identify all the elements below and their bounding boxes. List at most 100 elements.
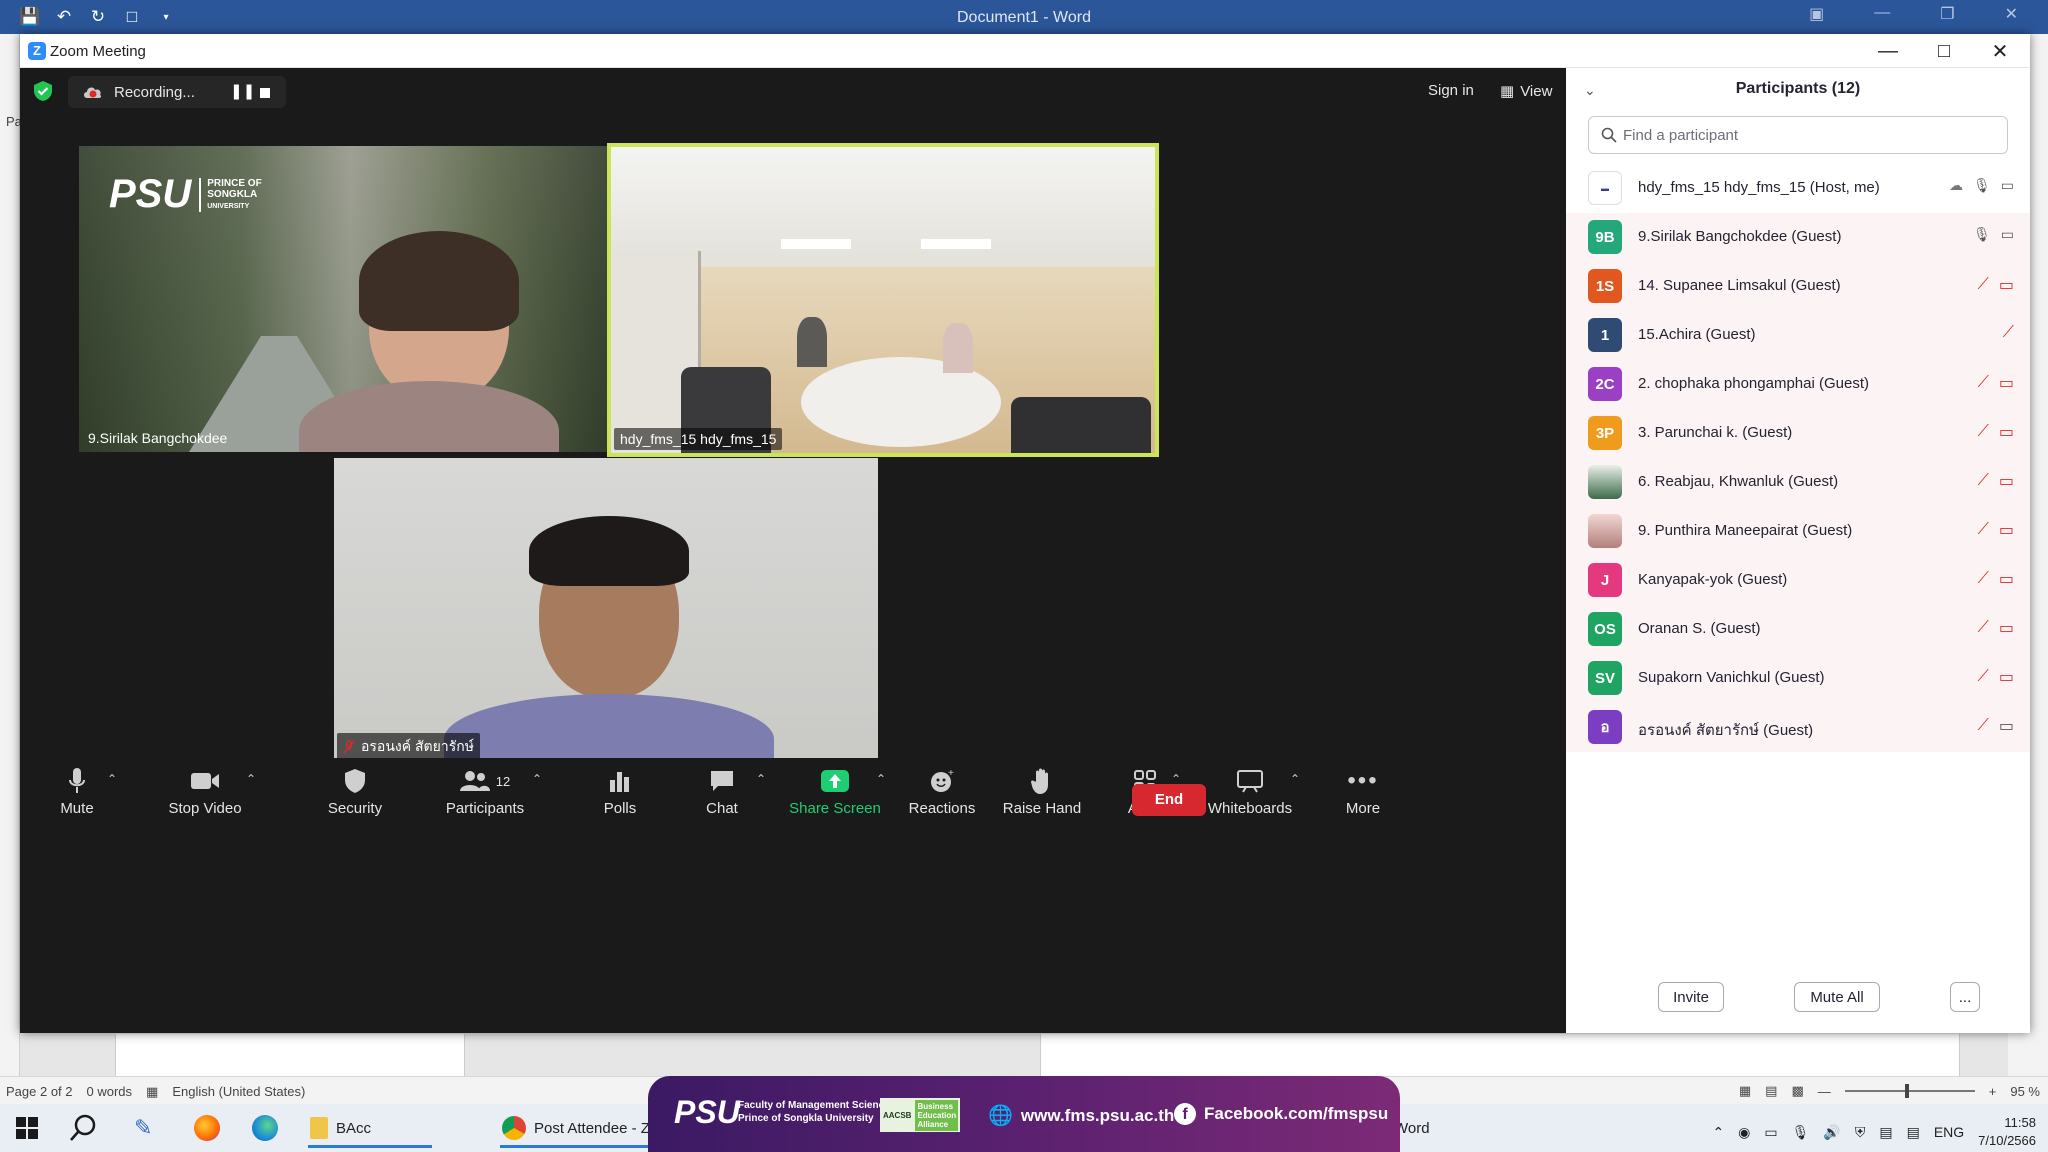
video-off-icon[interactable]: ▭ (1999, 275, 2014, 295)
participant-row[interactable]: 3P 3. Parunchai k. (Guest) ⟋ ▭ (1566, 409, 2030, 458)
input-language[interactable]: ENG (1934, 1124, 1964, 1140)
end-meeting-button[interactable]: End (1132, 784, 1206, 816)
polls-button[interactable]: Polls (590, 766, 650, 817)
participant-search-input[interactable] (1623, 125, 1993, 145)
encryption-shield-icon[interactable] (32, 80, 54, 102)
raise-hand-button[interactable]: Raise Hand (1002, 766, 1082, 817)
stop-recording-icon[interactable] (260, 88, 270, 98)
view-button[interactable]: ▦ View (1500, 82, 1552, 101)
whiteboards-options-caret-icon[interactable]: ⌃ (1290, 772, 1300, 786)
edge-app-icon[interactable] (252, 1112, 278, 1144)
muted-mic-icon[interactable]: ⟋ (1978, 521, 1989, 539)
web-layout-icon[interactable]: ▩ (1791, 1083, 1803, 1099)
status-page[interactable]: Page 2 of 2 (6, 1084, 73, 1100)
muted-mic-icon[interactable]: ⟋ (1978, 717, 1989, 735)
participants-button[interactable]: 12 Participants (435, 766, 535, 817)
microphone-tray-icon[interactable]: 🎙 (1792, 1124, 1810, 1141)
muted-mic-icon[interactable]: ⟋ (1978, 570, 1989, 588)
participant-row[interactable]: 9. Punthira Maneepairat (Guest) ⟋ ▭ (1566, 507, 2030, 556)
zoom-close-icon[interactable]: ✕ (1986, 38, 2014, 64)
share-screen-button[interactable]: Share Screen (780, 766, 890, 817)
participant-row[interactable]: SV Supakorn Vanichkul (Guest) ⟋ ▭ (1566, 654, 2030, 703)
network-icon[interactable]: ▤ (1907, 1124, 1920, 1141)
zoom-slider[interactable] (1844, 1084, 1975, 1098)
taskbar-app-chrome[interactable]: Post Attendee - Zo (494, 1108, 654, 1148)
muted-mic-icon[interactable]: ⟋ (2003, 324, 2014, 342)
camera-tray-icon[interactable]: ◉ (1738, 1124, 1750, 1141)
participants-options-caret-icon[interactable]: ⌃ (532, 772, 542, 786)
participant-row[interactable]: J Kanyapak-yok (Guest) ⟋ ▭ (1566, 556, 2030, 605)
video-off-icon[interactable]: ▭ (1999, 471, 2014, 491)
video-off-icon[interactable]: ▭ (1999, 373, 2014, 393)
print-layout-icon[interactable]: ▤ (1765, 1083, 1777, 1099)
volume-icon[interactable]: 🔊 (1823, 1124, 1840, 1141)
participant-row[interactable]: 6. Reabjau, Khwanluk (Guest) ⟋ ▭ (1566, 458, 2030, 507)
status-language[interactable]: English (United States) (172, 1084, 305, 1100)
video-off-icon[interactable]: ▭ (1999, 422, 2014, 442)
chat-button[interactable]: Chat (692, 766, 752, 817)
security-tray-icon[interactable]: ⛨ (1855, 1124, 1866, 1141)
clock[interactable]: 11:58 7/10/2566 (1978, 1114, 2036, 1150)
reactions-button[interactable]: + Reactions (902, 766, 982, 817)
microphone-icon[interactable]: 🎙 (1973, 226, 1991, 243)
zoom-out-icon[interactable]: — (1818, 1084, 1831, 1099)
chat-options-caret-icon[interactable]: ⌃ (756, 772, 766, 786)
proofing-icon[interactable]: ▦ (146, 1084, 158, 1100)
ribbon-display-icon[interactable]: ▣ (1809, 4, 1824, 24)
muted-mic-icon[interactable]: ⟋ (1978, 619, 1989, 637)
mute-button[interactable]: Mute (52, 766, 102, 817)
participant-row[interactable]: อ อรอนงค์ สัตยารักษ์ (Guest) ⟋ ▭ (1566, 703, 2030, 752)
read-mode-icon[interactable]: ▦ (1739, 1083, 1751, 1099)
explorer-app-icon[interactable]: ✎ (134, 1112, 152, 1144)
share-options-caret-icon[interactable]: ⌃ (876, 772, 886, 786)
whiteboards-button[interactable]: Whiteboards (1205, 766, 1295, 817)
video-off-icon[interactable]: ▭ (1999, 520, 2014, 540)
firefox-app-icon[interactable] (194, 1112, 220, 1144)
video-off-icon[interactable]: ▭ (1999, 569, 2014, 589)
muted-mic-icon[interactable]: ⟋ (1978, 668, 1989, 686)
video-tile[interactable]: PSU PRINCE OF SONGKLA UNIVERSITY 9.Siril… (79, 146, 623, 452)
usb-tray-icon[interactable]: ▭ (1764, 1124, 1777, 1141)
zoom-maximize-icon[interactable]: □ (1930, 38, 1958, 64)
muted-mic-icon[interactable]: ⟋ (1978, 276, 1989, 294)
participant-row[interactable]: OS Oranan S. (Guest) ⟋ ▭ (1566, 605, 2030, 654)
invite-button[interactable]: Invite (1658, 982, 1724, 1012)
muted-mic-icon[interactable]: ⟋ (1978, 374, 1989, 392)
more-options-button[interactable]: ... (1950, 982, 1980, 1012)
video-off-icon[interactable]: ▭ (1999, 618, 2014, 638)
mute-all-button[interactable]: Mute All (1794, 982, 1880, 1012)
participant-row[interactable]: 9B 9.Sirilak Bangchokdee (Guest) 🎙 ▭ (1566, 213, 2030, 262)
display-tray-icon[interactable]: ▤ (1879, 1124, 1892, 1141)
muted-mic-icon[interactable]: ⟋ (1978, 472, 1989, 490)
participant-row[interactable]: 1 15.Achira (Guest) ⟋ (1566, 311, 2030, 360)
recording-indicator[interactable]: Recording... ❚❚ (68, 76, 286, 108)
zoom-in-icon[interactable]: + (1989, 1084, 1997, 1099)
security-button[interactable]: Security (320, 766, 390, 817)
video-options-caret-icon[interactable]: ⌃ (246, 772, 256, 786)
minimize-icon[interactable]: — (1874, 4, 1890, 24)
microphone-icon[interactable]: 🎙 (1973, 177, 1991, 194)
show-hidden-icons-icon[interactable]: ⌃ (1712, 1124, 1724, 1141)
video-camera-icon[interactable]: ▭ (2001, 177, 2014, 194)
video-tile-active-speaker[interactable]: hdy_fms_15 hdy_fms_15 (607, 143, 1159, 457)
sign-in-button[interactable]: Sign in (1428, 82, 1474, 99)
stop-video-button[interactable]: Stop Video (150, 766, 260, 817)
participant-row[interactable]: 2C 2. chophaka phongamphai (Guest) ⟋ ▭ (1566, 360, 2030, 409)
video-camera-icon[interactable]: ▭ (2001, 226, 2014, 243)
restore-icon[interactable]: ❐ (1940, 4, 1954, 24)
zoom-level[interactable]: 95 % (2010, 1084, 2040, 1099)
search-button[interactable] (68, 1112, 98, 1144)
pause-recording-icon[interactable]: ❚❚ (230, 82, 255, 100)
participant-row[interactable]: 1S 14. Supanee Limsakul (Guest) ⟋ ▭ (1566, 262, 2030, 311)
muted-mic-icon[interactable]: ⟋ (1978, 423, 1989, 441)
video-tile[interactable]: อรอนงค์ สัตยารักษ์ (334, 458, 878, 764)
taskbar-app-bacc[interactable]: BAcc (302, 1108, 438, 1148)
zoom-minimize-icon[interactable]: — (1874, 38, 1902, 64)
start-button[interactable] (16, 1112, 38, 1144)
participant-row[interactable]: ▬ hdy_fms_15 hdy_fms_15 (Host, me) ☁ 🎙 ▭ (1566, 164, 2030, 213)
status-words[interactable]: 0 words (87, 1084, 133, 1100)
video-off-icon[interactable]: ▭ (1999, 667, 2014, 687)
audio-options-caret-icon[interactable]: ⌃ (107, 772, 117, 786)
video-camera-icon[interactable]: ▭ (1999, 716, 2014, 736)
more-button[interactable]: ••• More (1338, 766, 1388, 817)
